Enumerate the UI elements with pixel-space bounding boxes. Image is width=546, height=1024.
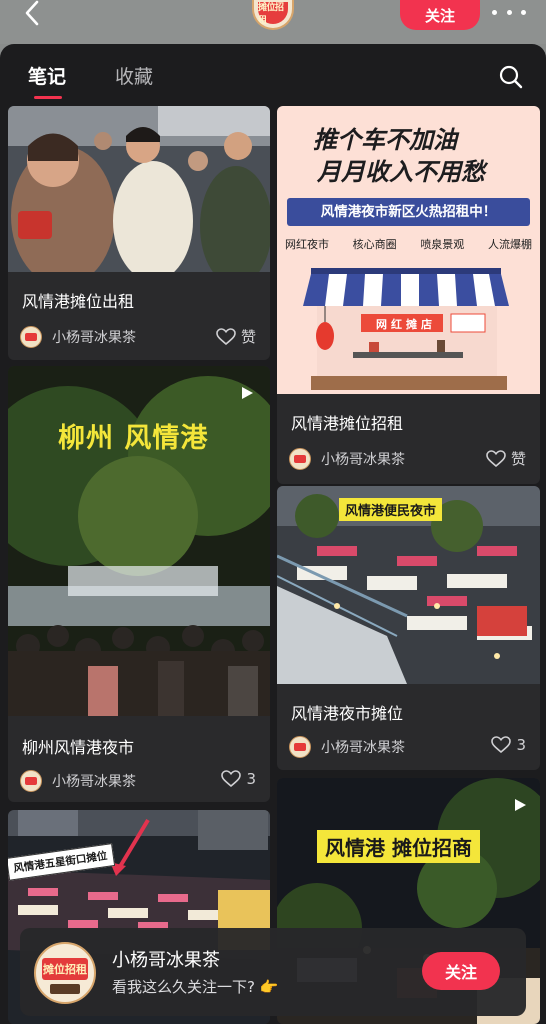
tab-favorites[interactable]: 收藏 [115, 62, 153, 89]
note-image: 柳州 风情港 [8, 366, 270, 716]
note-title: 风情港夜市摊位 [291, 704, 404, 723]
follow-prompt-banner: 摊位招租 小杨哥冰果茶 看我这么久关注一下? 👉 关注 [20, 928, 526, 1016]
note-card[interactable]: 推个车不加油 月月收入不用愁 风情港夜市新区火热招租中！ 网红夜市 核心商圈 喷… [277, 106, 540, 484]
image-overlay-text: 柳州 风情港 [58, 423, 209, 454]
heart-icon [216, 327, 236, 345]
note-title: 风情港摊位招租 [291, 414, 404, 433]
author-avatar [289, 736, 311, 758]
poster-stall-sign: 网红摊店 [376, 318, 436, 331]
poster-banner: 风情港夜市新区火热招租中！ [287, 198, 530, 226]
note-title: 风情港摊位出租 [22, 292, 135, 311]
poster-tag: 人流爆棚 [487, 238, 532, 251]
author-name: 小杨哥冰果茶 [52, 774, 136, 790]
active-tab-indicator [34, 96, 62, 99]
banner-avatar[interactable]: 摊位招租 [34, 942, 96, 1004]
profile-avatar[interactable]: 摊位招租 [252, 0, 294, 30]
like-count: 赞 [240, 328, 256, 346]
notes-panel: 笔记 收藏 风情港摊位出租 小杨哥冰果茶 赞 推个车不加油 月月收入不用愁 风情… [0, 44, 546, 1024]
play-icon [515, 799, 526, 811]
poster-headline-1: 推个车不加油 [313, 126, 457, 154]
heart-icon [486, 449, 506, 467]
more-icon[interactable] [492, 4, 526, 20]
poster-tag: 核心商圈 [352, 238, 397, 251]
follow-button[interactable]: 关注 [400, 0, 480, 30]
image-overlay-text: 风情港便民夜市 [339, 498, 443, 521]
note-card[interactable]: 柳州 风情港 柳州风情港夜市 小杨哥冰果茶 3 [8, 366, 270, 802]
banner-follow-button[interactable]: 关注 [422, 952, 500, 990]
poster-headline-2: 月月收入不用愁 [317, 158, 485, 186]
like-button[interactable]: 赞 [216, 326, 256, 347]
back-icon[interactable] [18, 0, 48, 30]
note-author[interactable]: 小杨哥冰果茶 [289, 736, 405, 758]
like-button[interactable]: 3 [221, 770, 256, 788]
author-avatar [289, 448, 311, 470]
banner-subtitle: 看我这么久关注一下? 👉 [112, 978, 279, 996]
like-count: 3 [246, 770, 256, 788]
note-author[interactable]: 小杨哥冰果茶 [20, 770, 136, 792]
avatar-label: 摊位招租 [258, 3, 284, 26]
note-image: 推个车不加油 月月收入不用愁 风情港夜市新区火热招租中！ 网红夜市 核心商圈 喷… [277, 106, 540, 394]
play-icon [242, 387, 253, 399]
author-avatar [20, 770, 42, 792]
author-name: 小杨哥冰果茶 [52, 330, 136, 346]
note-image: 风情港便民夜市 [277, 486, 540, 684]
author-name: 小杨哥冰果茶 [321, 452, 405, 468]
top-bar: 摊位招租 关注 [0, 0, 546, 44]
note-title: 柳州风情港夜市 [22, 738, 135, 757]
note-author[interactable]: 小杨哥冰果茶 [20, 326, 136, 348]
heart-icon [221, 770, 242, 788]
like-button[interactable]: 赞 [486, 448, 526, 469]
note-author[interactable]: 小杨哥冰果茶 [289, 448, 405, 470]
like-count: 赞 [510, 450, 526, 468]
heart-icon [491, 736, 512, 754]
banner-author-name: 小杨哥冰果茶 [112, 950, 220, 971]
like-button[interactable]: 3 [491, 736, 526, 754]
note-card[interactable]: 风情港摊位出租 小杨哥冰果茶 赞 [8, 106, 270, 360]
note-card[interactable]: 风情港便民夜市 风情港夜市摊位 小杨哥冰果茶 3 [277, 486, 540, 770]
tab-notes[interactable]: 笔记 [28, 62, 66, 89]
tab-bar: 笔记 收藏 [0, 44, 546, 106]
author-avatar [20, 326, 42, 348]
poster-tags: 网红夜市 核心商圈 喷泉景观 人流爆棚 [285, 236, 532, 252]
like-count: 3 [516, 736, 526, 754]
note-image [8, 106, 270, 272]
poster-tag: 喷泉景观 [420, 238, 465, 251]
author-name: 小杨哥冰果茶 [321, 740, 405, 756]
image-overlay-text: 风情港 摊位招商 [317, 830, 480, 863]
search-icon[interactable] [498, 64, 524, 90]
banner-avatar-label: 摊位招租 [43, 963, 87, 976]
poster-tag: 网红夜市 [285, 238, 329, 251]
